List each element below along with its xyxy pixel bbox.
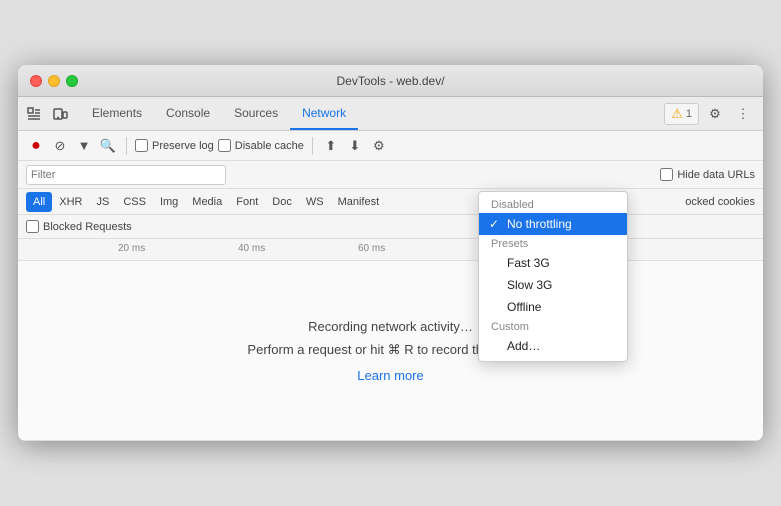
search-button[interactable]: 🔍 (98, 136, 118, 156)
dropdown-header-presets: Presets (479, 235, 627, 252)
type-pill-all[interactable]: All (26, 192, 52, 212)
disable-cache-checkbox[interactable]: Disable cache (218, 139, 304, 152)
menu-item-no-throttling[interactable]: No throttling (479, 213, 627, 235)
network-toolbar: ● ⊘ ▼ 🔍 Preserve log Disable cache ⬆ ⬇ ⚙ (18, 131, 763, 161)
type-filter-bar: All XHR JS CSS Img Media Font Doc (18, 189, 763, 215)
record-button[interactable]: ● (26, 136, 46, 156)
menu-item-fast-3g[interactable]: Fast 3G (479, 252, 627, 274)
filter-input-wrap (26, 165, 226, 185)
traffic-lights (30, 75, 78, 87)
type-pill-img[interactable]: Img (153, 192, 185, 212)
dropdown-header-custom: Custom (479, 318, 627, 335)
blocked-requests-checkbox[interactable] (26, 220, 39, 233)
devtools-tab-bar: Elements Console Sources Network ⚠ 1 ⚙ ⋮ (18, 97, 763, 131)
type-pill-xhr[interactable]: XHR (52, 192, 89, 212)
upload-icon[interactable]: ⬆ (321, 136, 341, 156)
tab-elements[interactable]: Elements (80, 97, 154, 130)
type-pill-manifest[interactable]: Manifest (331, 192, 387, 212)
filter-button[interactable]: ▼ (74, 136, 94, 156)
window-title: DevTools - web.dev/ (336, 74, 444, 88)
warning-icon: ⚠ (671, 106, 683, 122)
filter-bar: Hide data URLs (18, 161, 763, 189)
type-pill-font[interactable]: Font (229, 192, 265, 212)
menu-item-slow-3g[interactable]: Slow 3G (479, 274, 627, 296)
hide-data-urls-checkbox[interactable]: Hide data URLs (660, 168, 755, 181)
type-pill-media[interactable]: Media (185, 192, 229, 212)
minimize-button[interactable] (48, 75, 60, 87)
separator2 (312, 137, 313, 155)
type-pill-css[interactable]: CSS (116, 192, 153, 212)
tab-left-icons (22, 102, 72, 126)
filter-input[interactable] (31, 169, 221, 181)
type-pill-doc[interactable]: Doc (265, 192, 299, 212)
main-content: Recording network activity… Perform a re… (18, 261, 763, 441)
tab-console[interactable]: Console (154, 97, 222, 130)
menu-item-offline[interactable]: Offline (479, 296, 627, 318)
blocked-requests-label[interactable]: Blocked Requests (43, 221, 132, 233)
tab-network[interactable]: Network (290, 97, 358, 130)
settings-icon[interactable]: ⚙ (703, 102, 727, 126)
device-mode-icon[interactable] (48, 102, 72, 126)
recording-text: Recording network activity… (308, 319, 473, 334)
maximize-button[interactable] (66, 75, 78, 87)
inspect-icon[interactable] (22, 102, 46, 126)
throttling-dropdown: Disabled No throttling Presets Fast 3G S… (478, 191, 628, 362)
clear-button[interactable]: ⊘ (50, 136, 70, 156)
download-icon[interactable]: ⬇ (345, 136, 365, 156)
network-settings-icon[interactable]: ⚙ (369, 136, 389, 156)
learn-more-link[interactable]: Learn more (357, 368, 423, 383)
devtools-window: DevTools - web.dev/ (18, 65, 763, 441)
blocked-requests-row: Blocked Requests (18, 215, 763, 239)
timeline-header: 20 ms 40 ms 60 ms 100 ms (18, 239, 763, 261)
devtools-body: ● ⊘ ▼ 🔍 Preserve log Disable cache ⬆ ⬇ ⚙ (18, 131, 763, 441)
tab-sources[interactable]: Sources (222, 97, 290, 130)
separator (126, 137, 127, 155)
more-icon[interactable]: ⋮ (731, 102, 755, 126)
tick-20ms: 20 ms (118, 243, 145, 254)
title-bar: DevTools - web.dev/ (18, 65, 763, 97)
blocked-cookies-text: ocked cookies (685, 196, 755, 208)
tick-60ms: 60 ms (358, 243, 385, 254)
close-button[interactable] (30, 75, 42, 87)
menu-item-add[interactable]: Add… (479, 335, 627, 357)
preserve-log-checkbox[interactable]: Preserve log (135, 139, 214, 152)
type-pill-js[interactable]: JS (89, 192, 116, 212)
warning-badge[interactable]: ⚠ 1 (664, 103, 699, 125)
dropdown-header-disabled: Disabled (479, 196, 627, 213)
type-pill-ws[interactable]: WS (299, 192, 331, 212)
tab-right-actions: ⚠ 1 ⚙ ⋮ (664, 102, 755, 126)
tab-list: Elements Console Sources Network (80, 97, 664, 130)
tick-40ms: 40 ms (238, 243, 265, 254)
